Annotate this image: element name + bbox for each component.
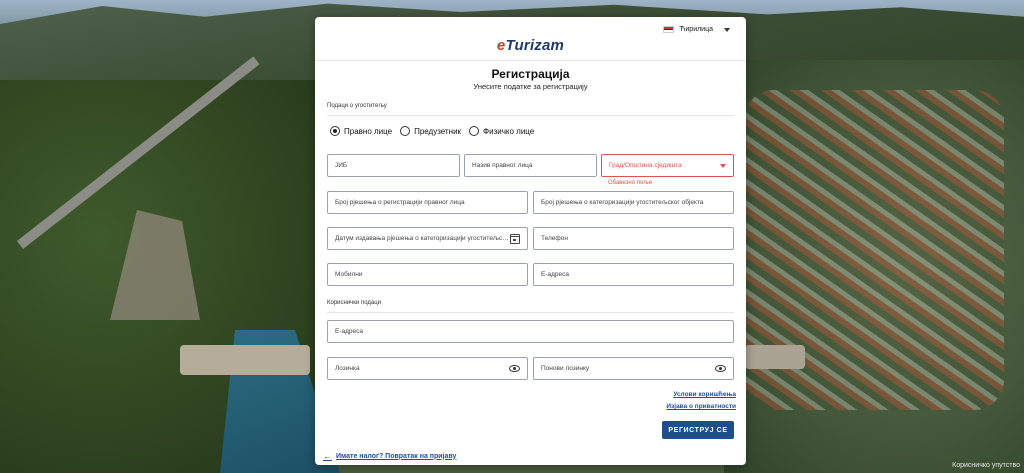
mobile-input[interactable]: Мобилни <box>327 263 528 286</box>
password-input[interactable]: Лозинка <box>327 357 528 380</box>
serbian-flag-icon <box>663 26 675 33</box>
chevron-down-icon <box>720 163 726 168</box>
background-bridge <box>180 345 310 375</box>
radio-dot-icon <box>330 126 340 136</box>
etourism-logo: eTurizam <box>496 37 565 54</box>
jib-input[interactable]: ЈИБ <box>327 154 460 177</box>
entity-type-radio-group: Правно лице Предузетник Физичко лице <box>330 126 534 136</box>
section-label-business: Подаци о угоститељу <box>327 103 387 109</box>
city-select[interactable]: Град/Општина сједишта <box>601 154 734 177</box>
section-divider-business <box>327 115 734 116</box>
email-input[interactable]: Е-адреса <box>533 263 734 286</box>
radio-dot-icon <box>469 126 480 136</box>
page-title: Регистрација <box>491 67 570 81</box>
eye-icon[interactable] <box>715 365 726 372</box>
back-to-login-link[interactable]: ← Имате налог? Повратак на пријаву <box>323 451 456 461</box>
issue-date-input[interactable]: Датум издавања рјешења о категоризацији … <box>327 227 528 250</box>
radio-legal-entity[interactable]: Правно лице <box>330 126 392 136</box>
section-label-user: Кориснички подаци <box>327 300 382 306</box>
registration-card: Ћирилица eTurizam Регистрација Унесите п… <box>315 17 746 465</box>
phone-input[interactable]: Телефон <box>533 227 734 250</box>
page-subtitle: Унесите податке за регистрацију <box>473 82 588 91</box>
language-label: Ћирилица <box>679 26 713 33</box>
arrow-left-icon: ← <box>323 451 332 461</box>
city-error-message: Обавезно поље <box>608 180 653 186</box>
user-email-input[interactable]: Е-адреса <box>327 320 734 343</box>
section-divider-user <box>327 312 734 313</box>
calendar-icon[interactable] <box>510 233 520 244</box>
eye-icon[interactable] <box>509 365 520 372</box>
terms-link[interactable]: Услови коришћења <box>673 391 736 398</box>
registration-decision-input[interactable]: Број рјешења о регистрацији правног лица <box>327 191 528 214</box>
language-selector[interactable]: Ћирилица <box>663 26 730 33</box>
radio-dot-icon <box>400 126 411 136</box>
radio-natural-person[interactable]: Физичко лице <box>469 126 534 136</box>
privacy-link[interactable]: Изјава о приватности <box>666 403 736 410</box>
legal-name-input[interactable]: Назив правног лица <box>464 154 597 177</box>
background-bridge-right <box>745 345 805 369</box>
register-button[interactable]: РЕГИСТРУЈ СЕ <box>662 421 734 439</box>
header-divider <box>315 60 746 61</box>
chevron-down-icon <box>724 27 730 32</box>
radio-entrepreneur[interactable]: Предузетник <box>400 126 461 136</box>
password-repeat-input[interactable]: Понови лозинку <box>533 357 734 380</box>
background-credit[interactable]: Корисничко упутство <box>952 462 1020 469</box>
categorization-decision-input[interactable]: Број рјешења о категоризацији угоститељс… <box>533 191 734 214</box>
